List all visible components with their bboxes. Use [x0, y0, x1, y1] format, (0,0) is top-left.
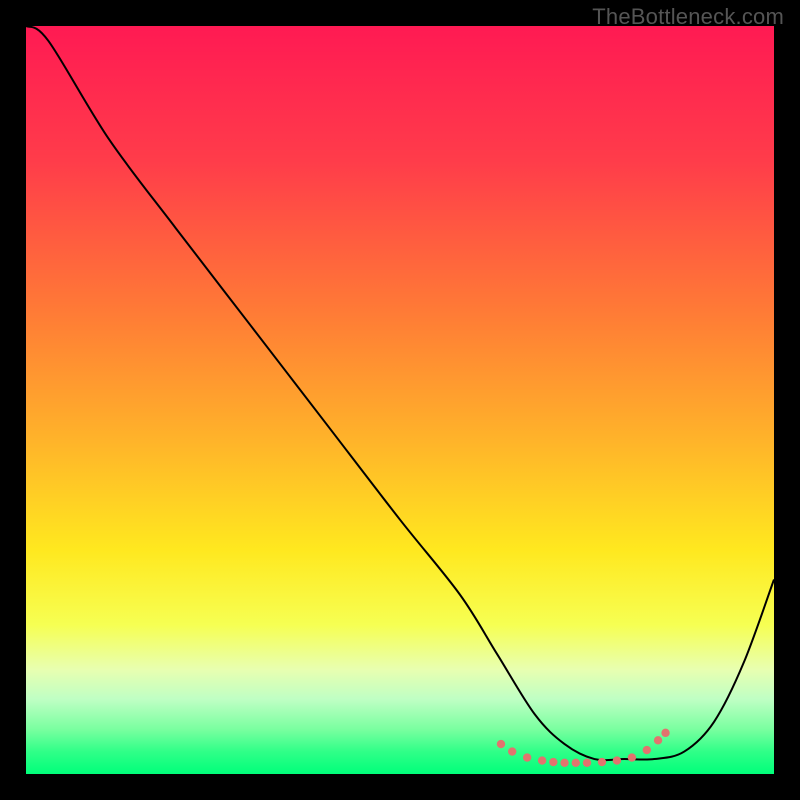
marker-group	[497, 729, 670, 767]
marker-dot	[508, 747, 516, 755]
marker-dot	[560, 759, 568, 767]
chart-svg	[26, 26, 774, 774]
watermark-text: TheBottleneck.com	[592, 4, 784, 30]
marker-dot	[583, 759, 591, 767]
marker-dot	[643, 746, 651, 754]
marker-dot	[549, 758, 557, 766]
marker-dot	[523, 753, 531, 761]
marker-dot	[628, 753, 636, 761]
marker-dot	[497, 740, 505, 748]
marker-dot	[613, 756, 621, 764]
bottleneck-curve	[26, 26, 774, 760]
marker-dot	[654, 736, 662, 744]
marker-dot	[572, 759, 580, 767]
marker-dot	[661, 729, 669, 737]
plot-area	[26, 26, 774, 774]
marker-dot	[538, 756, 546, 764]
marker-dot	[598, 758, 606, 766]
